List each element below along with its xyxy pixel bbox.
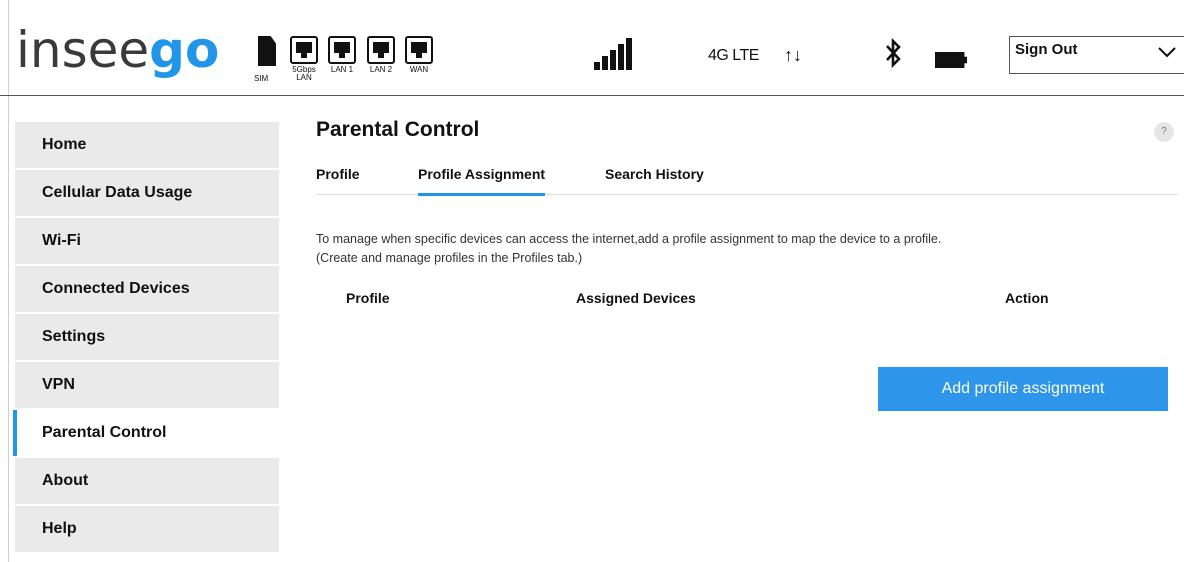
port-label: LAN 1 xyxy=(330,65,354,74)
port-label: WAN xyxy=(409,65,429,74)
ethernet-port-icon xyxy=(405,36,433,64)
network-type: 4G LTE xyxy=(708,47,759,64)
page-title: Parental Control xyxy=(316,118,480,141)
tab-search-history[interactable]: Search History xyxy=(605,166,704,194)
description-text: To manage when specific devices can acce… xyxy=(316,230,1156,268)
port-wan: WAN xyxy=(405,36,433,74)
bluetooth-icon xyxy=(884,37,902,75)
tab-profile[interactable]: Profile xyxy=(316,166,360,194)
sidebar-item-wifi[interactable]: Wi-Fi xyxy=(15,218,279,264)
chevron-down-icon xyxy=(1158,47,1176,58)
table-header: Profile Assigned Devices Action xyxy=(316,290,1178,312)
battery-icon xyxy=(935,52,967,68)
column-header-profile: Profile xyxy=(346,290,390,306)
question-mark-icon[interactable]: ? xyxy=(1154,122,1174,142)
ethernet-port-icon xyxy=(290,36,318,64)
sim-icon xyxy=(258,36,276,66)
signal-bars-icon xyxy=(594,38,632,70)
description-line-1: To manage when specific devices can acce… xyxy=(316,232,942,246)
sidebar-item-vpn[interactable]: VPN xyxy=(15,362,279,408)
port-label: 5Gbps LAN xyxy=(292,65,316,82)
sidebar-nav: Home Cellular Data Usage Wi-Fi Connected… xyxy=(13,122,279,554)
sidebar-item-home[interactable]: Home xyxy=(15,122,279,168)
column-header-assigned-devices: Assigned Devices xyxy=(576,290,696,306)
sim-label: SIM xyxy=(254,74,269,83)
add-profile-assignment-button[interactable]: Add profile assignment xyxy=(878,367,1168,411)
ethernet-port-icon xyxy=(367,36,395,64)
sidebar-item-help[interactable]: Help xyxy=(15,506,279,552)
port-lan-2: LAN 2 xyxy=(367,36,395,74)
ethernet-port-icon xyxy=(328,36,356,64)
sidebar-item-connected-devices[interactable]: Connected Devices xyxy=(15,266,279,312)
sidebar-item-about[interactable]: About xyxy=(15,458,279,504)
signout-label: Sign Out xyxy=(1015,41,1078,58)
top-header: inseego SIM 5Gbps LAN LAN 1 LAN 2 WAN 4G… xyxy=(0,0,1184,96)
data-activity-icon: ↑↓ xyxy=(784,45,802,65)
tab-profile-assignment[interactable]: Profile Assignment xyxy=(418,166,546,196)
port-label: LAN 2 xyxy=(369,65,393,74)
description-line-2: (Create and manage profiles in the Profi… xyxy=(316,251,583,265)
port-lan-1: LAN 1 xyxy=(328,36,356,74)
column-header-action: Action xyxy=(1005,290,1049,306)
sidebar-item-settings[interactable]: Settings xyxy=(15,314,279,360)
sidebar-item-cellular-data-usage[interactable]: Cellular Data Usage xyxy=(15,170,279,216)
inseego-logo: inseego xyxy=(16,21,220,79)
port-5gbps-lan: 5Gbps LAN xyxy=(290,36,318,82)
tab-bar: Profile Profile Assignment Search Histor… xyxy=(316,162,1178,196)
sidebar-item-parental-control[interactable]: Parental Control xyxy=(13,410,279,456)
signout-dropdown[interactable]: Sign Out xyxy=(1009,36,1184,74)
